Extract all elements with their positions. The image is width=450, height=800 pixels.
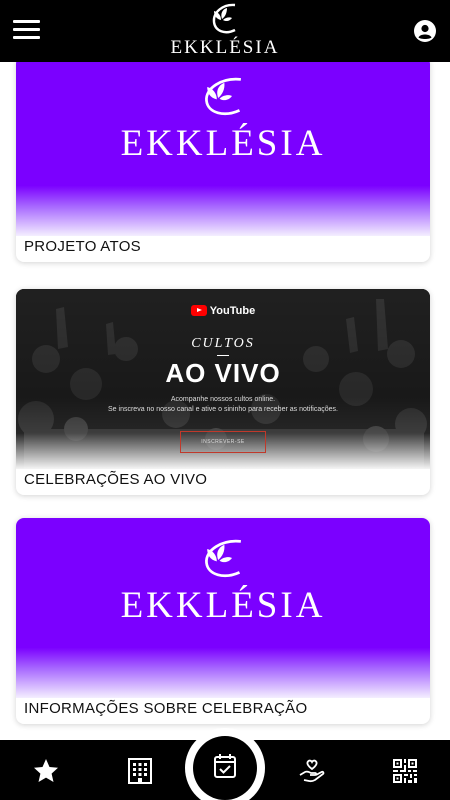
- divider: [217, 355, 229, 356]
- youtube-play-icon: [190, 305, 207, 316]
- card-projeto-atos[interactable]: EKKLÉSIA PROJETO ATOS: [16, 62, 430, 262]
- app-name: EKKLÉSIA: [170, 37, 280, 58]
- calendar-check-icon: [214, 754, 236, 778]
- star-icon[interactable]: [32, 757, 60, 785]
- user-account-icon[interactable]: [414, 20, 436, 42]
- app-logo: EKKLÉSIA: [0, 2, 450, 59]
- bottom-navigation: [0, 728, 450, 800]
- youtube-brand: YouTube: [190, 304, 256, 317]
- center-nav-button[interactable]: [193, 736, 257, 800]
- live-banner: YouTube CULTOS AO VIVO Acompanhe nossos …: [16, 289, 430, 469]
- card-celebracoes-ao-vivo[interactable]: YouTube CULTOS AO VIVO Acompanhe nossos …: [16, 289, 430, 495]
- card-title: CELEBRAÇÕES AO VIVO: [24, 471, 208, 488]
- leaf-logo-icon: [212, 3, 236, 34]
- leaf-logo-icon: [205, 539, 242, 577]
- app-header: EKKLÉSIA: [0, 0, 450, 62]
- live-banner-content: YouTube CULTOS AO VIVO Acompanhe nossos …: [16, 303, 430, 453]
- banner-line-2: Se inscreva no nosso canal e ative o sin…: [108, 406, 338, 413]
- qr-code-icon[interactable]: [391, 757, 419, 785]
- card-title: INFORMAÇÕES SOBRE CELEBRAÇÃO: [24, 700, 308, 717]
- heart-hand-icon[interactable]: [298, 757, 326, 785]
- banner-line-1: Acompanhe nossos cultos online.: [170, 396, 276, 403]
- leaf-logo-icon: [205, 77, 242, 115]
- card-title: PROJETO ATOS: [24, 238, 141, 255]
- card-banner: EKKLÉSIA: [16, 518, 430, 698]
- content-feed[interactable]: EKKLÉSIA PROJETO ATOS YouTube CULTOS AO …: [0, 62, 450, 740]
- card-informacoes-celebracao[interactable]: EKKLÉSIA INFORMAÇÕES SOBRE CELEBRAÇÃO: [16, 518, 430, 724]
- banner-description: Acompanhe nossos cultos online. Se inscr…: [16, 395, 430, 415]
- banner-brand-text: EKKLÉSIA: [120, 585, 326, 626]
- card-banner: EKKLÉSIA: [16, 62, 430, 236]
- banner-script-text: CULTOS: [191, 336, 255, 351]
- subscribe-button[interactable]: INSCREVER-SE: [180, 431, 266, 453]
- youtube-label: YouTube: [209, 304, 256, 317]
- building-icon[interactable]: [126, 757, 154, 785]
- banner-brand-text: EKKLÉSIA: [120, 123, 326, 164]
- banner-headline: AO VIVO: [165, 358, 281, 388]
